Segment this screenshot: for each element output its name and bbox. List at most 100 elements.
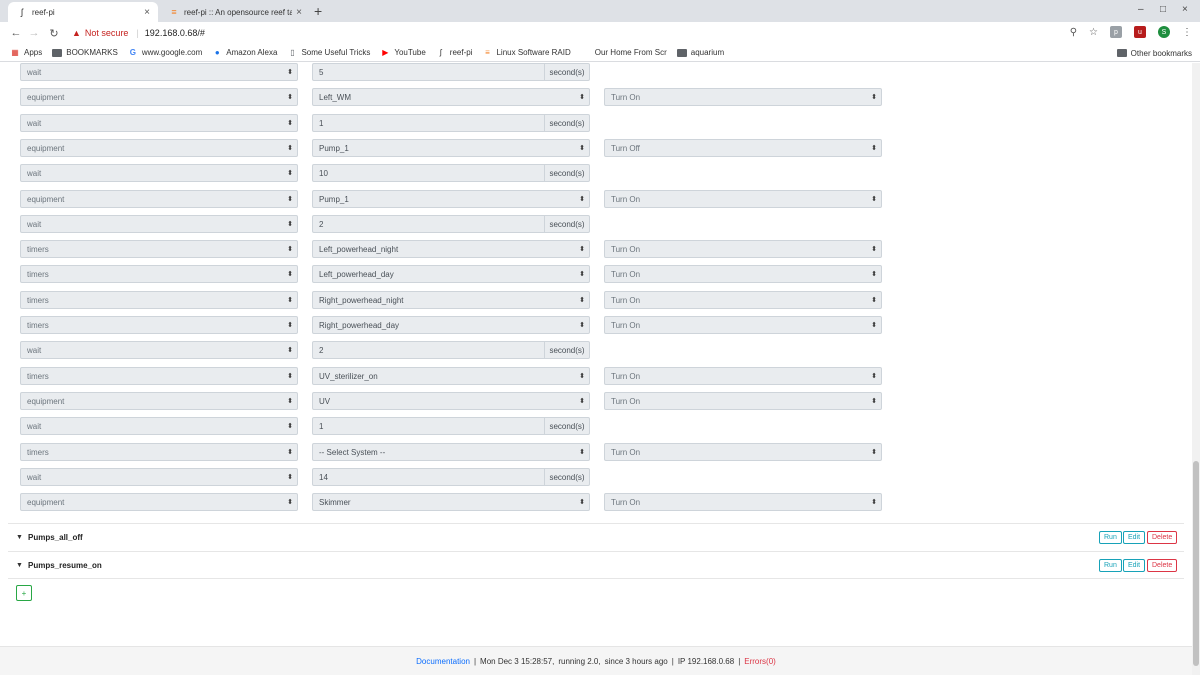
step-action-select[interactable]: Turn On ⬍	[604, 291, 882, 309]
extension-icon[interactable]: p	[1110, 26, 1122, 38]
step-type-select[interactable]: wait ⬍	[20, 63, 298, 81]
add-macro-button[interactable]: +	[16, 585, 32, 601]
step-target-select[interactable]: Left_WM ⬍	[312, 88, 590, 106]
step-action-select[interactable]: Turn On ⬍	[604, 493, 882, 511]
menu-icon[interactable]: ⋮	[1182, 27, 1192, 38]
step-target-select[interactable]: Right_powerhead_day ⬍	[312, 316, 590, 334]
delete-button[interactable]: Delete	[1147, 531, 1178, 544]
star-icon[interactable]: ☆	[1089, 27, 1098, 38]
step-action-select[interactable]: Turn Off ⬍	[604, 139, 882, 157]
avatar[interactable]: S	[1158, 26, 1170, 38]
step-action-select[interactable]: Turn On ⬍	[604, 265, 882, 283]
chevron-down-icon[interactable]: ▼	[16, 562, 28, 569]
select-caret-icon: ⬍	[579, 271, 585, 278]
macro-pumps-all-off[interactable]: ▼ Pumps_all_off Run Edit Delete	[8, 523, 1184, 551]
step-target-select[interactable]: Pump_1 ⬍	[312, 190, 590, 208]
step-type-select[interactable]: timers ⬍	[20, 240, 298, 258]
step-action-value: Turn On	[611, 320, 641, 330]
step-target-select[interactable]: Skimmer ⬍	[312, 493, 590, 511]
step-target-select[interactable]: Left_powerhead_night ⬍	[312, 240, 590, 258]
step-type-select[interactable]: timers ⬍	[20, 367, 298, 385]
step-target-select[interactable]: Right_powerhead_night ⬍	[312, 291, 590, 309]
documentation-link[interactable]: Documentation	[416, 657, 470, 666]
step-type-select[interactable]: wait ⬍	[20, 417, 298, 435]
step-type-select[interactable]: wait ⬍	[20, 215, 298, 233]
step-type-select[interactable]: timers ⬍	[20, 291, 298, 309]
step-type-select[interactable]: timers ⬍	[20, 443, 298, 461]
bookmark-google[interactable]: G www.google.com	[128, 48, 203, 58]
bookmark-label: www.google.com	[141, 48, 203, 57]
edit-button[interactable]: Edit	[1123, 531, 1146, 544]
macro-pumps-resume-on[interactable]: ▼ Pumps_resume_on Run Edit Delete	[8, 551, 1184, 579]
errors-link[interactable]: Errors(0)	[744, 657, 776, 666]
step-type-select[interactable]: equipment ⬍	[20, 139, 298, 157]
step-action-select[interactable]: Turn On ⬍	[604, 443, 882, 461]
step-action-select[interactable]: Turn On ⬍	[604, 190, 882, 208]
step-target-select[interactable]: UV ⬍	[312, 392, 590, 410]
step-action-select[interactable]: Turn On ⬍	[604, 392, 882, 410]
step-type-select[interactable]: wait ⬍	[20, 468, 298, 486]
step-action-value: Turn On	[611, 92, 641, 102]
bookmark-apps[interactable]: ▦ Apps	[10, 48, 42, 58]
bookmark-reef-pi[interactable]: ʃ reef-pi	[436, 48, 473, 58]
step-type-select[interactable]: equipment ⬍	[20, 392, 298, 410]
bookmark-tricks[interactable]: ▯ Some Useful Tricks	[287, 48, 370, 58]
step-type-select[interactable]: equipment ⬍	[20, 88, 298, 106]
run-button[interactable]: Run	[1099, 531, 1122, 544]
step-type-select[interactable]: wait ⬍	[20, 164, 298, 182]
step-action-select[interactable]: Turn On ⬍	[604, 316, 882, 334]
close-window-icon[interactable]: ×	[1182, 4, 1188, 15]
chevron-down-icon[interactable]: ▼	[16, 534, 28, 541]
step-type-select[interactable]: wait ⬍	[20, 341, 298, 359]
wait-duration-input[interactable]: 1	[312, 417, 545, 435]
wait-duration-input[interactable]: 2	[312, 341, 545, 359]
step-action-select[interactable]: Turn On ⬍	[604, 240, 882, 258]
wait-duration-input[interactable]: 2	[312, 215, 545, 233]
step-target-select[interactable]: Left_powerhead_day ⬍	[312, 265, 590, 283]
step-type-select[interactable]: wait ⬍	[20, 114, 298, 132]
step-target-select[interactable]: -- Select System -- ⬍	[312, 443, 590, 461]
new-tab-button[interactable]: +	[314, 3, 322, 19]
bookmark-home[interactable]: Our Home From Scr	[581, 48, 667, 58]
step-target-select[interactable]: UV_sterilizer_on ⬍	[312, 367, 590, 385]
ublock-icon[interactable]: u	[1134, 26, 1146, 38]
forward-icon[interactable]: →	[24, 27, 44, 39]
bookmark-youtube[interactable]: ▶ YouTube	[380, 48, 426, 58]
tab-reef-pi-docs[interactable]: ≡ reef-pi :: An opensource reef ta ×	[160, 2, 310, 22]
step-action-select[interactable]: Turn On ⬍	[604, 88, 882, 106]
step-type-select[interactable]: equipment ⬍	[20, 493, 298, 511]
step-target-select[interactable]: Pump_1 ⬍	[312, 139, 590, 157]
bookmark-aquarium[interactable]: aquarium	[676, 48, 724, 58]
wait-duration-input[interactable]: 14	[312, 468, 545, 486]
tab-reef-pi[interactable]: ʃ reef-pi ×	[8, 2, 158, 22]
bookmark-folder[interactable]: BOOKMARKS	[52, 48, 118, 58]
select-caret-icon: ⬍	[287, 94, 293, 101]
step-type-select[interactable]: timers ⬍	[20, 316, 298, 334]
reload-icon[interactable]: ↻	[44, 27, 64, 40]
run-button[interactable]: Run	[1099, 559, 1122, 572]
bookmark-raid[interactable]: ≡ Linux Software RAID	[482, 48, 571, 58]
select-caret-icon: ⬍	[871, 373, 877, 380]
step-action-select[interactable]: Turn On ⬍	[604, 367, 882, 385]
scrollbar[interactable]	[1192, 63, 1200, 675]
back-icon[interactable]: ←	[6, 27, 26, 39]
wait-duration-input[interactable]: 5	[312, 63, 545, 81]
scroll-thumb[interactable]	[1193, 461, 1199, 666]
url-field[interactable]: ▲ Not secure | 192.168.0.68/#	[72, 26, 205, 40]
bookmark-label: Some Useful Tricks	[301, 48, 371, 57]
bookmark-alexa[interactable]: ● Amazon Alexa	[212, 48, 278, 58]
security-status[interactable]: Not secure	[85, 28, 129, 38]
step-type-select[interactable]: equipment ⬍	[20, 190, 298, 208]
zoom-icon[interactable]: ⚲	[1070, 27, 1077, 38]
step-type-select[interactable]: timers ⬍	[20, 265, 298, 283]
delete-button[interactable]: Delete	[1147, 559, 1178, 572]
close-icon[interactable]: ×	[144, 7, 150, 18]
minimize-icon[interactable]: –	[1138, 4, 1144, 15]
other-bookmarks[interactable]: Other bookmarks	[1116, 48, 1192, 58]
maximize-icon[interactable]: □	[1160, 4, 1166, 15]
wait-duration-input[interactable]: 1	[312, 114, 545, 132]
wait-duration-input[interactable]: 10	[312, 164, 545, 182]
edit-button[interactable]: Edit	[1123, 559, 1146, 572]
close-icon[interactable]: ×	[296, 7, 302, 18]
url-text[interactable]: 192.168.0.68/#	[145, 28, 205, 38]
